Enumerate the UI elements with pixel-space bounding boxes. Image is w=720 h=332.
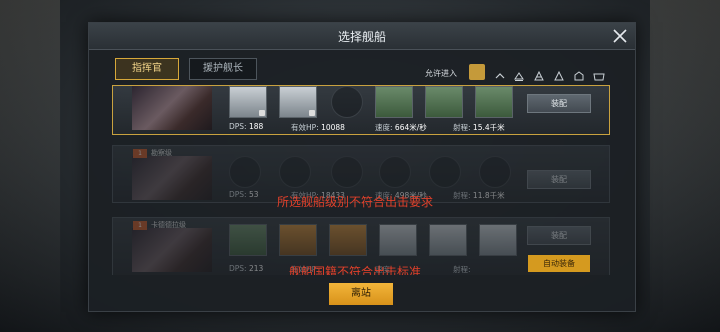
dps-stat: DPS: 188 — [229, 122, 264, 131]
close-icon — [613, 29, 627, 43]
ship-name: 勘察级 — [151, 149, 172, 157]
frigate-icon[interactable] — [513, 67, 525, 81]
module-slot[interactable] — [279, 86, 317, 118]
allow-entry-toggle[interactable] — [469, 64, 485, 80]
empty-slot[interactable] — [331, 86, 363, 118]
empty-slot[interactable] — [229, 156, 261, 188]
cruiser-icon[interactable] — [553, 67, 565, 81]
select-ship-dialog: 选择舰船 指挥官 援护舰长 允许进入 DPS: 188 有效HP: 10088 — [88, 22, 636, 312]
battlecruiser-icon[interactable] — [573, 67, 585, 81]
equip-button[interactable]: 装配 — [527, 170, 591, 189]
module-slot[interactable] — [329, 224, 367, 256]
level-warning: 所选舰船级别不符合出击要求 — [277, 195, 434, 209]
weapon-slot[interactable] — [375, 86, 413, 118]
destroyer-icon[interactable] — [533, 67, 545, 81]
ship-list[interactable]: DPS: 188 有效HP: 10088 速度: 664米/秒 射程: 15.4… — [109, 85, 611, 275]
equip-button[interactable]: 装配 — [527, 226, 591, 245]
range-stat: 射程: — [453, 265, 471, 274]
nationality-warning: 舰船国籍不符合出击标准 — [289, 265, 422, 275]
ship-thumbnail — [132, 156, 212, 200]
range-stat: 射程: 11.8千米 — [453, 191, 505, 200]
module-slot[interactable] — [229, 86, 267, 118]
tier-badge: 1 — [133, 221, 147, 230]
chevron-up-icon[interactable] — [494, 67, 506, 79]
allow-entry-label: 允许进入 — [425, 69, 457, 78]
equip-button[interactable]: 装配 — [527, 94, 591, 113]
lock-icon — [309, 110, 315, 116]
module-slot[interactable] — [279, 224, 317, 256]
lock-icon — [259, 110, 265, 116]
empty-slot[interactable] — [279, 156, 311, 188]
empty-slot[interactable] — [429, 156, 461, 188]
ship-thumbnail — [132, 86, 212, 130]
weapon-slot[interactable] — [479, 224, 517, 256]
dps-stat: DPS: 213 — [229, 264, 264, 273]
carrier-icon[interactable] — [593, 67, 605, 81]
ship-name: 卡德德拉级 — [151, 221, 186, 229]
weapon-slot[interactable] — [475, 86, 513, 118]
tab-commander[interactable]: 指挥官 — [115, 58, 179, 80]
leave-station-button[interactable]: 离站 — [329, 283, 393, 305]
dialog-header: 选择舰船 — [89, 23, 635, 50]
ship-row[interactable]: DPS: 188 有效HP: 10088 速度: 664米/秒 射程: 15.4… — [112, 85, 610, 135]
dialog-title: 选择舰船 — [337, 30, 386, 44]
ship-thumbnail — [132, 228, 212, 272]
weapon-slot[interactable] — [379, 224, 417, 256]
dps-stat: DPS: 53 — [229, 190, 259, 199]
empty-slot[interactable] — [479, 156, 511, 188]
tier-badge: 1 — [133, 149, 147, 158]
auto-equip-button[interactable]: 自动装备 — [528, 255, 590, 272]
close-button[interactable] — [609, 25, 631, 47]
weapon-slot[interactable] — [425, 86, 463, 118]
module-slot[interactable] — [229, 224, 267, 256]
range-stat: 射程: 15.4千米 — [453, 123, 505, 132]
tab-escort-captain[interactable]: 援护舰长 — [189, 58, 257, 80]
empty-slot[interactable] — [331, 156, 363, 188]
speed-stat: 速度: 664米/秒 — [375, 123, 427, 132]
weapon-slot[interactable] — [429, 224, 467, 256]
empty-slot[interactable] — [379, 156, 411, 188]
hp-stat: 有效HP: 10088 — [291, 123, 345, 132]
